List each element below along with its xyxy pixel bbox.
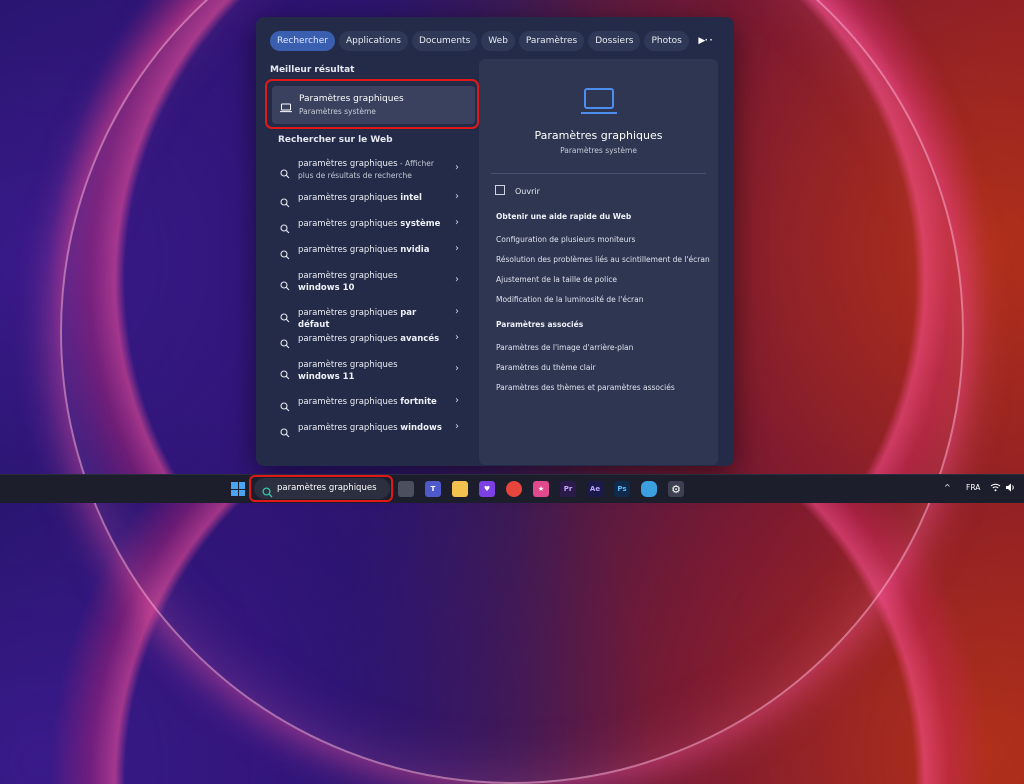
tab-documents[interactable]: Documents xyxy=(411,31,478,51)
suggestion-bold: windows 10 xyxy=(298,283,355,293)
settings-gear-icon[interactable]: ⚙ xyxy=(668,481,684,497)
suggestion-text: paramètres graphiques xyxy=(298,245,401,255)
suggestion-bold: fortnite xyxy=(400,397,437,407)
highlight-box xyxy=(265,79,479,129)
best-match-heading: Meilleur résultat xyxy=(270,65,355,75)
preview-pane: Paramètres graphiques Paramètres système… xyxy=(479,59,718,465)
search-icon xyxy=(280,423,290,442)
search-icon xyxy=(280,193,290,212)
web-help-link[interactable]: Résolution des problèmes liés au scintil… xyxy=(496,255,710,264)
web-suggestion[interactable]: paramètres graphiques par défaut › xyxy=(270,306,478,330)
suggestion-text: paramètres graphiques xyxy=(298,423,401,433)
tab-photos[interactable]: Photos xyxy=(644,31,689,51)
suggestion-text: paramètres graphiques xyxy=(298,193,401,203)
web-suggestion[interactable]: paramètres graphiques windows 10 › xyxy=(270,270,478,298)
suggestion-bold: windows xyxy=(400,423,442,433)
web-help-link[interactable]: Modification de la luminosité de l'écran xyxy=(496,295,644,304)
wifi-icon[interactable] xyxy=(990,483,1001,494)
search-icon xyxy=(280,164,290,183)
copilot-icon[interactable] xyxy=(641,481,657,497)
web-suggestion[interactable]: paramètres graphiques fortnite › xyxy=(270,395,478,412)
suggestion-text: paramètres graphiques xyxy=(298,271,398,281)
file-explorer-icon[interactable] xyxy=(452,481,468,497)
suggestion-text: paramètres graphiques xyxy=(298,397,401,407)
chevron-right-icon: › xyxy=(455,363,459,374)
web-search-heading: Rechercher sur le Web xyxy=(278,135,393,145)
web-suggestion[interactable]: paramètres graphiques windows › xyxy=(270,421,478,438)
taskbar: paramètres graphiques T ♥ ★ Pr Ae Ps ⚙ ^… xyxy=(0,474,1024,503)
chevron-right-icon: › xyxy=(455,217,459,228)
search-icon xyxy=(280,365,290,384)
web-suggestion[interactable]: paramètres graphiques windows 11 › xyxy=(270,359,478,387)
preview-subtitle: Paramètres système xyxy=(560,146,637,155)
suggestion-text: paramètres graphiques xyxy=(298,219,401,229)
tab-parametres[interactable]: Paramètres xyxy=(518,31,585,51)
suggestion-text: paramètres graphiques xyxy=(298,159,398,169)
tab-applications[interactable]: Applications xyxy=(338,31,408,51)
preview-title: Paramètres graphiques xyxy=(534,129,663,142)
open-button[interactable]: Ouvrir xyxy=(495,185,540,196)
search-icon xyxy=(280,219,290,238)
open-external-icon xyxy=(495,185,505,195)
suggestion-bold: avancés xyxy=(400,334,440,344)
laptop-icon xyxy=(580,87,618,121)
web-suggestion[interactable]: paramètres graphiques intel › xyxy=(270,191,478,208)
search-icon xyxy=(280,276,290,295)
search-icon xyxy=(280,245,290,264)
windows-start-icon[interactable] xyxy=(231,482,245,496)
web-suggestion[interactable]: paramètres graphiques - Afficher plus de… xyxy=(270,158,478,186)
web-suggestion[interactable]: paramètres graphiques nvidia › xyxy=(270,243,478,260)
web-suggestion[interactable]: paramètres graphiques avancés › xyxy=(270,332,478,349)
suggestion-bold: nvidia xyxy=(400,245,430,255)
suggestion-text: paramètres graphiques xyxy=(298,334,401,344)
web-help-heading: Obtenir une aide rapide du Web xyxy=(496,212,632,221)
related-setting-link[interactable]: Paramètres des thèmes et paramètres asso… xyxy=(496,383,675,392)
web-help-link[interactable]: Configuration de plusieurs moniteurs xyxy=(496,235,635,244)
suggestion-bold: système xyxy=(400,219,441,229)
chevron-right-icon: › xyxy=(455,395,459,406)
related-setting-link[interactable]: Paramètres de l'image d'arrière-plan xyxy=(496,343,633,352)
chevron-right-icon: › xyxy=(455,274,459,285)
star-app-icon[interactable]: ★ xyxy=(533,481,549,497)
volume-icon[interactable] xyxy=(1005,483,1016,494)
chevron-right-icon: › xyxy=(455,421,459,432)
tab-rechercher[interactable]: Rechercher xyxy=(270,31,335,51)
language-indicator[interactable]: FRA xyxy=(966,483,980,492)
search-icon xyxy=(280,308,290,327)
chevron-right-icon: › xyxy=(455,332,459,343)
related-settings-heading: Paramètres associés xyxy=(496,320,584,329)
heart-app-icon[interactable]: ♥ xyxy=(479,481,495,497)
after-effects-icon[interactable]: Ae xyxy=(587,481,603,497)
chevron-up-icon[interactable]: ^ xyxy=(944,483,951,492)
premiere-icon[interactable]: Pr xyxy=(560,481,576,497)
tab-web[interactable]: Web xyxy=(481,31,515,51)
chevron-right-icon: › xyxy=(455,162,459,173)
open-label: Ouvrir xyxy=(515,187,540,196)
chrome-icon[interactable] xyxy=(506,481,522,497)
photoshop-icon[interactable]: Ps xyxy=(614,481,630,497)
chevron-right-icon: › xyxy=(455,191,459,202)
results-list: Meilleur résultat Paramètres graphiques … xyxy=(265,63,479,438)
search-icon xyxy=(280,334,290,353)
highlight-box xyxy=(249,475,393,502)
explorer-app-icon[interactable] xyxy=(398,481,414,497)
chevron-right-icon: › xyxy=(455,243,459,254)
related-setting-link[interactable]: Paramètres du thème clair xyxy=(496,363,596,372)
chevron-right-icon: › xyxy=(455,306,459,317)
search-icon xyxy=(280,397,290,416)
divider xyxy=(491,173,706,174)
tab-dossiers[interactable]: Dossiers xyxy=(588,31,641,51)
suggestion-bold: windows 11 xyxy=(298,372,355,382)
web-help-link[interactable]: Ajustement de la taille de police xyxy=(496,275,617,284)
suggestion-text: paramètres graphiques xyxy=(298,308,401,318)
more-options-button[interactable]: ··· xyxy=(700,31,714,51)
suggestion-bold: intel xyxy=(400,193,422,203)
search-tabs: Rechercher Applications Documents Web Pa… xyxy=(270,31,711,51)
teams-icon[interactable]: T xyxy=(425,481,441,497)
suggestion-text: paramètres graphiques xyxy=(298,360,398,370)
web-suggestion[interactable]: paramètres graphiques système › xyxy=(270,217,478,234)
search-panel: Rechercher Applications Documents Web Pa… xyxy=(256,17,734,466)
